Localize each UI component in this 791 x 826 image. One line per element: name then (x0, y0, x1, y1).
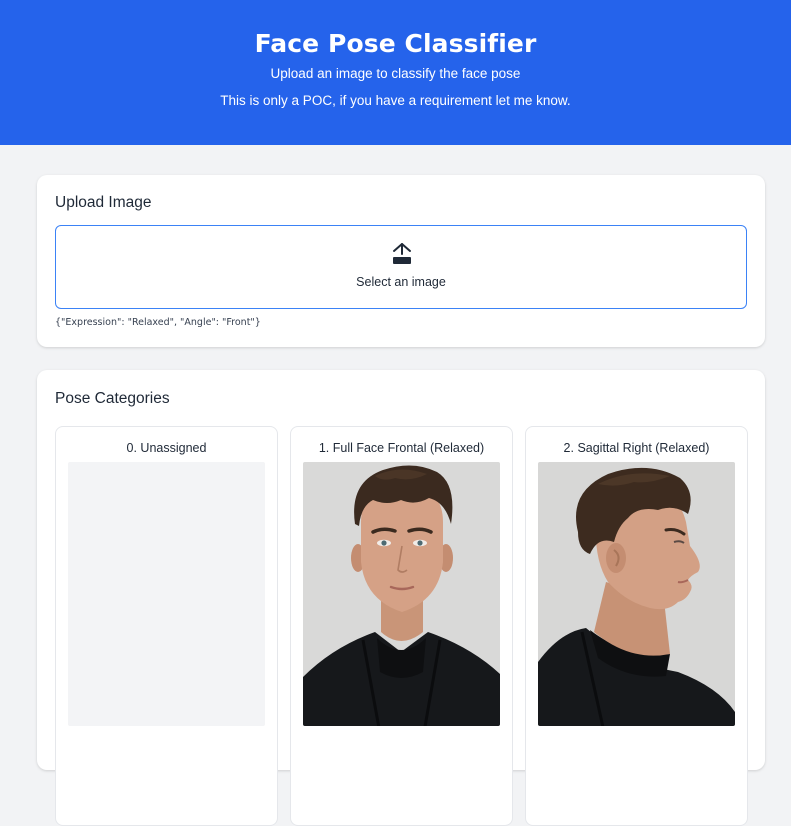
image-upload-dropzone[interactable]: Select an image (55, 225, 747, 309)
pose-label: 1. Full Face Frontal (Relaxed) (318, 441, 485, 455)
pose-card-unassigned[interactable]: 0. Unassigned (55, 426, 278, 826)
upload-card: Upload Image Select an image {"Expressio… (37, 175, 765, 347)
pose-card-full-face-frontal[interactable]: 1. Full Face Frontal (Relaxed) (290, 426, 513, 826)
page-title: Face Pose Classifier (254, 29, 537, 58)
frontal-face-photo (303, 462, 500, 726)
pose-card-sagittal-right[interactable]: 2. Sagittal Right (Relaxed) (525, 426, 748, 826)
page-subtitle: Upload an image to classify the face pos… (270, 66, 521, 81)
classification-result: {"Expression": "Relaxed", "Angle": "Fron… (55, 317, 261, 328)
pose-categories-card: Pose Categories 0. Unassigned 1. Full Fa… (37, 370, 765, 826)
poc-note: This is only a POC, if you have a requir… (220, 93, 571, 108)
upload-card-title: Upload Image (55, 194, 152, 211)
pose-categories-title: Pose Categories (55, 390, 170, 407)
pose-label: 0. Unassigned (126, 441, 207, 455)
upload-icon (393, 243, 411, 264)
pose-image-placeholder (68, 462, 265, 726)
pose-label: 2. Sagittal Right (Relaxed) (563, 441, 710, 455)
select-image-label: Select an image (356, 275, 446, 289)
sagittal-right-face-photo (538, 462, 735, 726)
app-header: Face Pose Classifier Upload an image to … (0, 0, 791, 145)
